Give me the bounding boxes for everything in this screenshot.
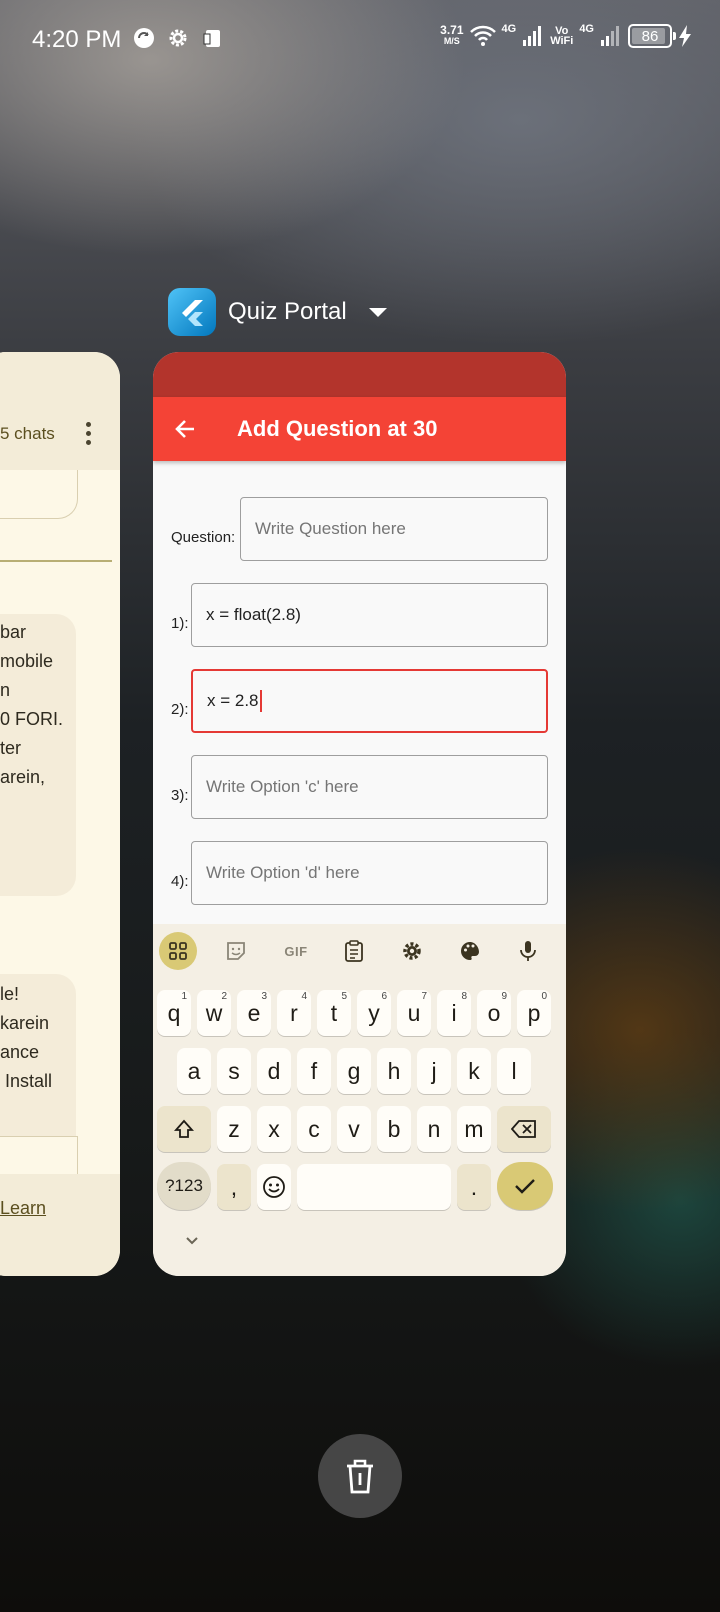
trash-icon	[347, 1459, 373, 1494]
key-z[interactable]: z	[217, 1106, 251, 1152]
sim2-network-type: 4G	[579, 23, 594, 35]
backspace-key[interactable]	[497, 1106, 551, 1152]
key-d[interactable]: d	[257, 1048, 291, 1094]
text-cursor	[259, 690, 262, 712]
option-3-label: 3):	[171, 787, 189, 804]
app-status-strip	[153, 352, 566, 397]
network-speed: 3.71 M/S	[440, 23, 464, 46]
settings-gear-icon[interactable]	[393, 932, 431, 970]
back-arrow-icon[interactable]	[161, 405, 209, 453]
chevron-down-icon[interactable]	[368, 307, 387, 317]
page-title: Add Question at 30	[237, 416, 438, 441]
learn-link: Learn	[0, 1198, 47, 1218]
enter-key[interactable]	[497, 1162, 553, 1210]
signal-icon-sim2	[601, 26, 619, 46]
gif-button[interactable]: GIF	[277, 932, 315, 970]
option-4-input[interactable]: Write Option 'd' here	[191, 841, 548, 905]
recent-app-title: Quiz Portal	[228, 298, 347, 325]
vowifi-label: Vo WiFi	[550, 25, 574, 47]
sim-card-icon	[200, 26, 224, 50]
previous-app-box	[0, 470, 78, 519]
shift-arrow-icon	[173, 1119, 195, 1138]
symbols-key[interactable]: ?123	[157, 1162, 211, 1210]
chats-label: 5 chats	[0, 424, 55, 443]
message-text: bar mobile n 0 FORI. ter arein,	[0, 622, 64, 787]
space-bar[interactable]	[297, 1164, 451, 1210]
key-g[interactable]: g	[337, 1048, 371, 1094]
question-form: Question: Write Question here 1): x = fl…	[153, 461, 566, 921]
key-h[interactable]: h	[377, 1048, 411, 1094]
status-time: 4:20 PM	[32, 26, 122, 53]
key-y[interactable]: y6	[357, 990, 391, 1036]
sticker-icon[interactable]	[217, 932, 255, 970]
shift-key[interactable]	[157, 1106, 211, 1152]
key-n[interactable]: n	[417, 1106, 451, 1152]
previous-app-toolbar	[0, 352, 120, 470]
key-i[interactable]: i8	[437, 990, 471, 1036]
key-e[interactable]: e3	[237, 990, 271, 1036]
wifi-icon	[469, 25, 496, 46]
period-key[interactable]: .	[457, 1164, 491, 1210]
sync-icon	[132, 26, 156, 50]
key-l[interactable]: l	[497, 1048, 531, 1094]
palette-icon[interactable]	[451, 932, 489, 970]
key-k[interactable]: k	[457, 1048, 491, 1094]
emoji-icon	[263, 1176, 285, 1198]
comma-key[interactable]: ,	[217, 1164, 251, 1210]
question-input[interactable]: Write Question here	[240, 497, 548, 561]
option-2-input[interactable]: x = 2.8	[191, 669, 548, 733]
option-2-value: x = 2.8	[207, 691, 259, 710]
keyboard-toolbar: GIF	[153, 924, 566, 980]
previous-app-input	[0, 1136, 78, 1175]
clipboard-icon[interactable]	[335, 932, 373, 970]
flutter-app-icon	[168, 288, 216, 336]
divider	[0, 560, 112, 562]
key-v[interactable]: v	[337, 1106, 371, 1152]
key-w[interactable]: w2	[197, 990, 231, 1036]
on-screen-keyboard: GIF q1 w2 e3 r4 t5 y6 u7 i8 o9 p0 a s d	[153, 924, 566, 1276]
key-u[interactable]: u7	[397, 990, 431, 1036]
recent-app-header[interactable]: Quiz Portal	[168, 288, 387, 336]
key-b[interactable]: b	[377, 1106, 411, 1152]
question-label: Question:	[171, 529, 236, 546]
more-vert-icon	[84, 422, 92, 445]
key-q[interactable]: q1	[157, 990, 191, 1036]
sim1-network-type: 4G	[501, 23, 517, 35]
key-x[interactable]: x	[257, 1106, 291, 1152]
option-2-label: 2):	[171, 701, 189, 718]
key-f[interactable]: f	[297, 1048, 331, 1094]
backspace-icon	[511, 1120, 536, 1138]
microphone-icon[interactable]	[509, 932, 547, 970]
status-bar: 4:20 PM 3.71 M/S 4G Vo WiFi 4G 86	[0, 0, 720, 80]
signal-icon-sim1	[523, 26, 542, 46]
battery-indicator: 86	[628, 24, 676, 48]
keyboard-collapse-chevron-icon[interactable]	[183, 1232, 201, 1250]
previous-app-footer	[0, 1174, 120, 1276]
recent-card-quiz-portal[interactable]: Add Question at 30 Question: Write Quest…	[153, 352, 566, 1276]
key-a[interactable]: a	[177, 1048, 211, 1094]
key-r[interactable]: r4	[277, 990, 311, 1036]
key-j[interactable]: j	[417, 1048, 451, 1094]
message-text: le! karein ance Install	[0, 984, 53, 1091]
key-m[interactable]: m	[457, 1106, 491, 1152]
checkmark-icon	[515, 1179, 535, 1194]
key-p[interactable]: p0	[517, 990, 551, 1036]
option-1-label: 1):	[171, 615, 189, 632]
key-t[interactable]: t5	[317, 990, 351, 1036]
option-3-input[interactable]: Write Option 'c' here	[191, 755, 548, 819]
key-c[interactable]: c	[297, 1106, 331, 1152]
app-bar: Add Question at 30	[153, 397, 566, 461]
gear-icon	[166, 26, 190, 50]
option-4-label: 4):	[171, 873, 189, 890]
emoji-key[interactable]	[257, 1164, 291, 1210]
key-s[interactable]: s	[217, 1048, 251, 1094]
apps-grid-icon[interactable]	[159, 932, 197, 970]
charging-bolt-icon	[679, 25, 691, 47]
clear-all-button[interactable]	[318, 1434, 402, 1518]
option-1-input[interactable]: x = float(2.8)	[191, 583, 548, 647]
recent-card-previous[interactable]: 5 chats bar mobile n 0 FORI. ter arein, …	[0, 352, 120, 1276]
key-o[interactable]: o9	[477, 990, 511, 1036]
